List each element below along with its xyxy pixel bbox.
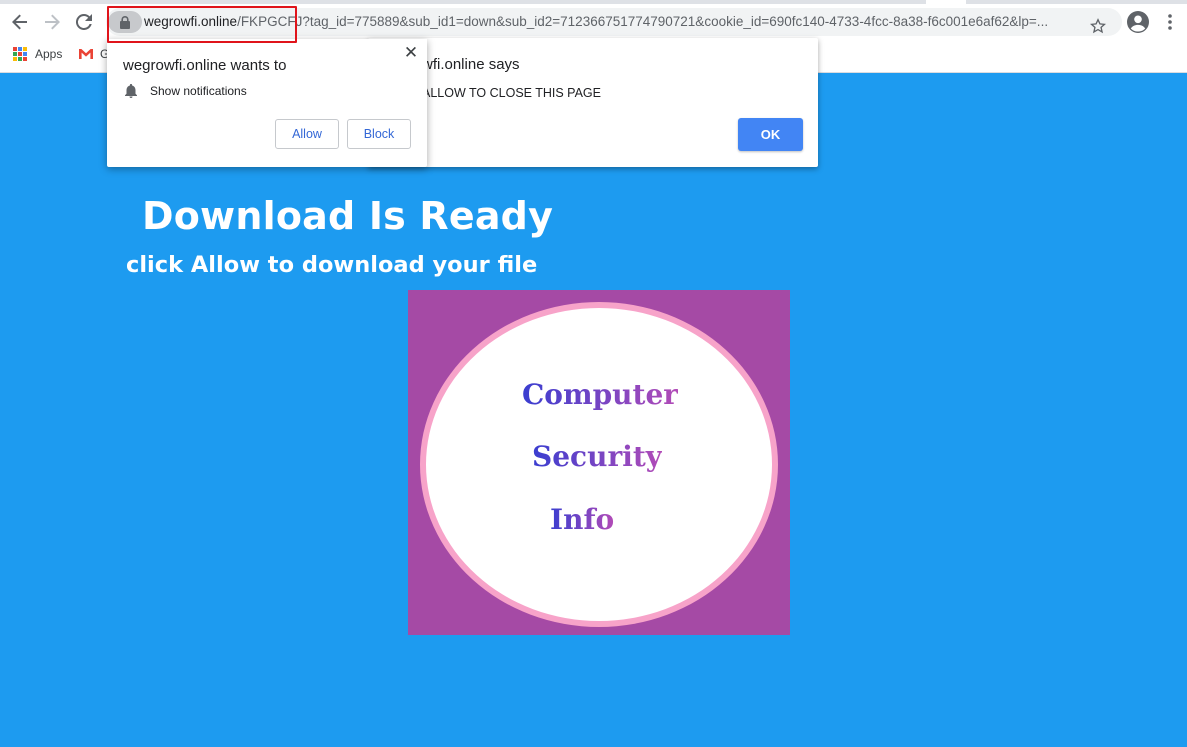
logo-word-info: Info xyxy=(550,503,615,536)
url-path: /FKPGCFJ?tag_id=775889&sub_id1=down&sub_… xyxy=(237,14,1049,29)
forward-arrow-icon[interactable] xyxy=(38,8,66,36)
browser-toolbar: wegrowfi.online/FKPGCFJ?tag_id=775889&su… xyxy=(0,4,1187,40)
computer-security-info-logo: Computer Security Info xyxy=(408,290,790,635)
ok-button[interactable]: OK xyxy=(738,118,803,151)
logo-word-computer: Computer xyxy=(522,378,679,411)
permission-row: Show notifications xyxy=(125,84,247,98)
reload-icon[interactable] xyxy=(70,8,98,36)
notification-permission-popup: ✕ wegrowfi.online wants to Show notifica… xyxy=(107,39,427,167)
block-button[interactable]: Block xyxy=(347,119,411,149)
close-icon[interactable]: ✕ xyxy=(401,43,421,63)
menu-dots-icon[interactable] xyxy=(1156,8,1184,36)
alert-message: ALLOW TO CLOSE THIS PAGE xyxy=(422,86,601,100)
address-bar[interactable]: wegrowfi.online/FKPGCFJ?tag_id=775889&su… xyxy=(106,8,1122,36)
apps-grid-icon xyxy=(13,47,27,61)
logo-word-security: Security xyxy=(532,440,663,473)
back-arrow-icon[interactable] xyxy=(6,8,34,36)
star-icon[interactable] xyxy=(1086,12,1110,36)
lock-icon[interactable] xyxy=(108,11,142,33)
alert-title: wfi.online says xyxy=(422,56,520,73)
url-text[interactable]: wegrowfi.online/FKPGCFJ?tag_id=775889&su… xyxy=(144,8,1064,36)
bookmark-apps-label: Apps xyxy=(35,47,63,61)
permission-title: wegrowfi.online wants to xyxy=(123,57,287,74)
bookmark-gmail[interactable]: G xyxy=(78,43,109,65)
gmail-icon xyxy=(79,49,93,59)
alert-dialog: wfi.online says ALLOW TO CLOSE THIS PAGE… xyxy=(368,38,818,167)
permission-label: Show notifications xyxy=(150,84,247,98)
allow-button[interactable]: Allow xyxy=(275,119,339,149)
page-subline: click Allow to download your file xyxy=(126,252,538,278)
page-headline: Download Is Ready xyxy=(142,194,554,238)
account-icon[interactable] xyxy=(1124,8,1152,36)
url-host: wegrowfi.online xyxy=(144,14,238,29)
bookmark-apps[interactable]: Apps xyxy=(13,43,62,65)
bell-icon xyxy=(125,84,137,98)
